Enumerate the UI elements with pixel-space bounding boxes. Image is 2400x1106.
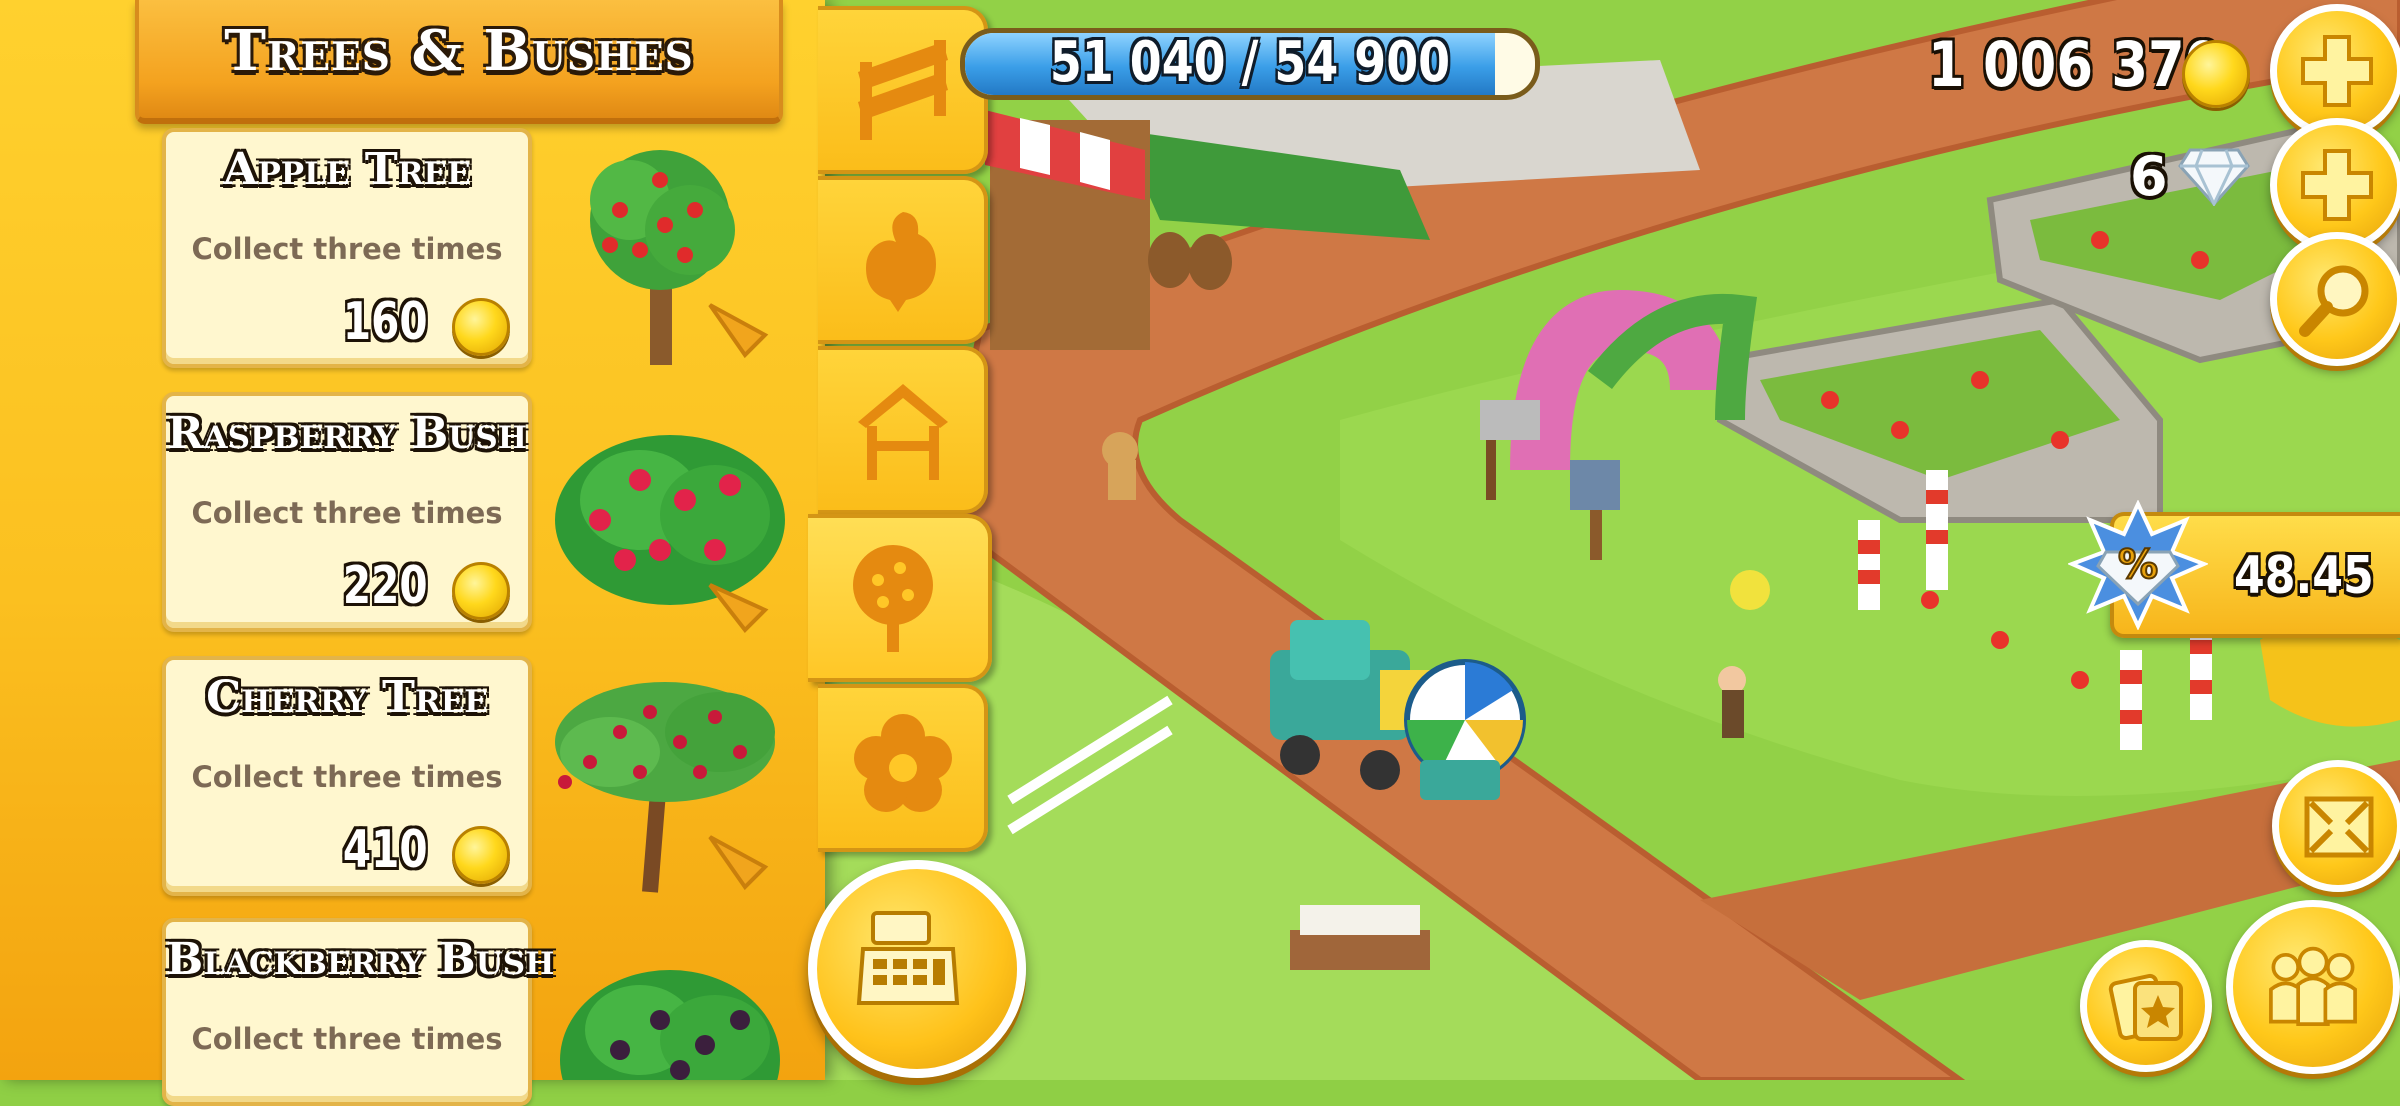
item-name: Blackberry Bush bbox=[166, 934, 555, 985]
item-description: Collect three times bbox=[191, 1022, 503, 1056]
shed-icon bbox=[858, 384, 948, 480]
tab-decorations[interactable] bbox=[818, 684, 988, 852]
cash-register-icon bbox=[856, 911, 960, 1005]
shop-title-banner: Trees & Bushes bbox=[135, 0, 783, 124]
discount-diamond-icon: % bbox=[2068, 500, 2208, 630]
cards-icon bbox=[2108, 973, 2183, 1041]
tab-animals[interactable] bbox=[818, 176, 988, 344]
item-description: Collect three times bbox=[191, 496, 503, 530]
tab-buildings[interactable] bbox=[818, 346, 988, 514]
coin-icon bbox=[2182, 40, 2250, 108]
tree-icon bbox=[853, 545, 933, 652]
item-description: Collect three times bbox=[191, 760, 503, 794]
item-name: Cherry Tree bbox=[206, 672, 488, 723]
item-description: Collect three times bbox=[191, 232, 503, 266]
shop-item-cherry-tree[interactable]: Cherry Tree Collect three times 410 bbox=[162, 656, 532, 896]
item-price: 410 bbox=[343, 820, 428, 880]
chicken-icon bbox=[866, 212, 936, 312]
blackberry-bush-icon[interactable] bbox=[540, 950, 790, 1080]
coin-icon bbox=[452, 826, 510, 884]
shop-item-raspberry-bush[interactable]: Raspberry Bush Collect three times 220 bbox=[162, 392, 532, 632]
item-price: 220 bbox=[343, 556, 428, 616]
expand-arrows-icon bbox=[2304, 796, 2374, 858]
experience-text: 51 040 / 54 900 bbox=[1049, 30, 1451, 95]
plus-icon bbox=[2301, 149, 2373, 221]
diamond-icon bbox=[2178, 148, 2250, 206]
shop-panel: Trees & Bushes Apple Tree Collect three … bbox=[0, 0, 825, 1106]
plus-icon bbox=[2301, 35, 2373, 107]
cherry-tree-icon[interactable] bbox=[540, 672, 790, 902]
item-name: Apple Tree bbox=[223, 144, 471, 195]
flower-icon bbox=[854, 714, 952, 812]
shop-item-blackberry-bush[interactable]: Blackberry Bush Collect three times bbox=[162, 918, 555, 1106]
coin-count: 1 006 370 bbox=[1928, 28, 2222, 101]
sale-timer: 48.45 bbox=[2234, 546, 2374, 606]
coin-icon bbox=[452, 298, 510, 356]
diamond-count: 6 bbox=[2130, 145, 2168, 208]
map-expand-button[interactable] bbox=[2272, 760, 2400, 892]
fence-icon bbox=[858, 40, 948, 140]
coin-icon bbox=[452, 562, 510, 620]
apple-tree-icon[interactable] bbox=[540, 140, 790, 370]
magnifier-icon bbox=[2299, 265, 2369, 337]
item-price: 160 bbox=[343, 292, 428, 352]
experience-bar: 51 040 / 54 900 bbox=[960, 18, 1540, 100]
friends-icon bbox=[2269, 946, 2357, 1026]
event-cards-button[interactable] bbox=[2080, 940, 2212, 1072]
friends-button[interactable] bbox=[2226, 900, 2400, 1074]
tab-trees-and-bushes[interactable] bbox=[808, 514, 992, 682]
shop-button[interactable] bbox=[808, 860, 1026, 1078]
search-button[interactable] bbox=[2270, 232, 2400, 366]
svg-text:%: % bbox=[2118, 542, 2158, 588]
raspberry-bush-icon[interactable] bbox=[540, 410, 790, 640]
item-name: Raspberry Bush bbox=[166, 408, 528, 459]
shop-item-apple-tree[interactable]: Apple Tree Collect three times 160 bbox=[162, 128, 532, 368]
shop-title: Trees & Bushes bbox=[224, 18, 694, 84]
